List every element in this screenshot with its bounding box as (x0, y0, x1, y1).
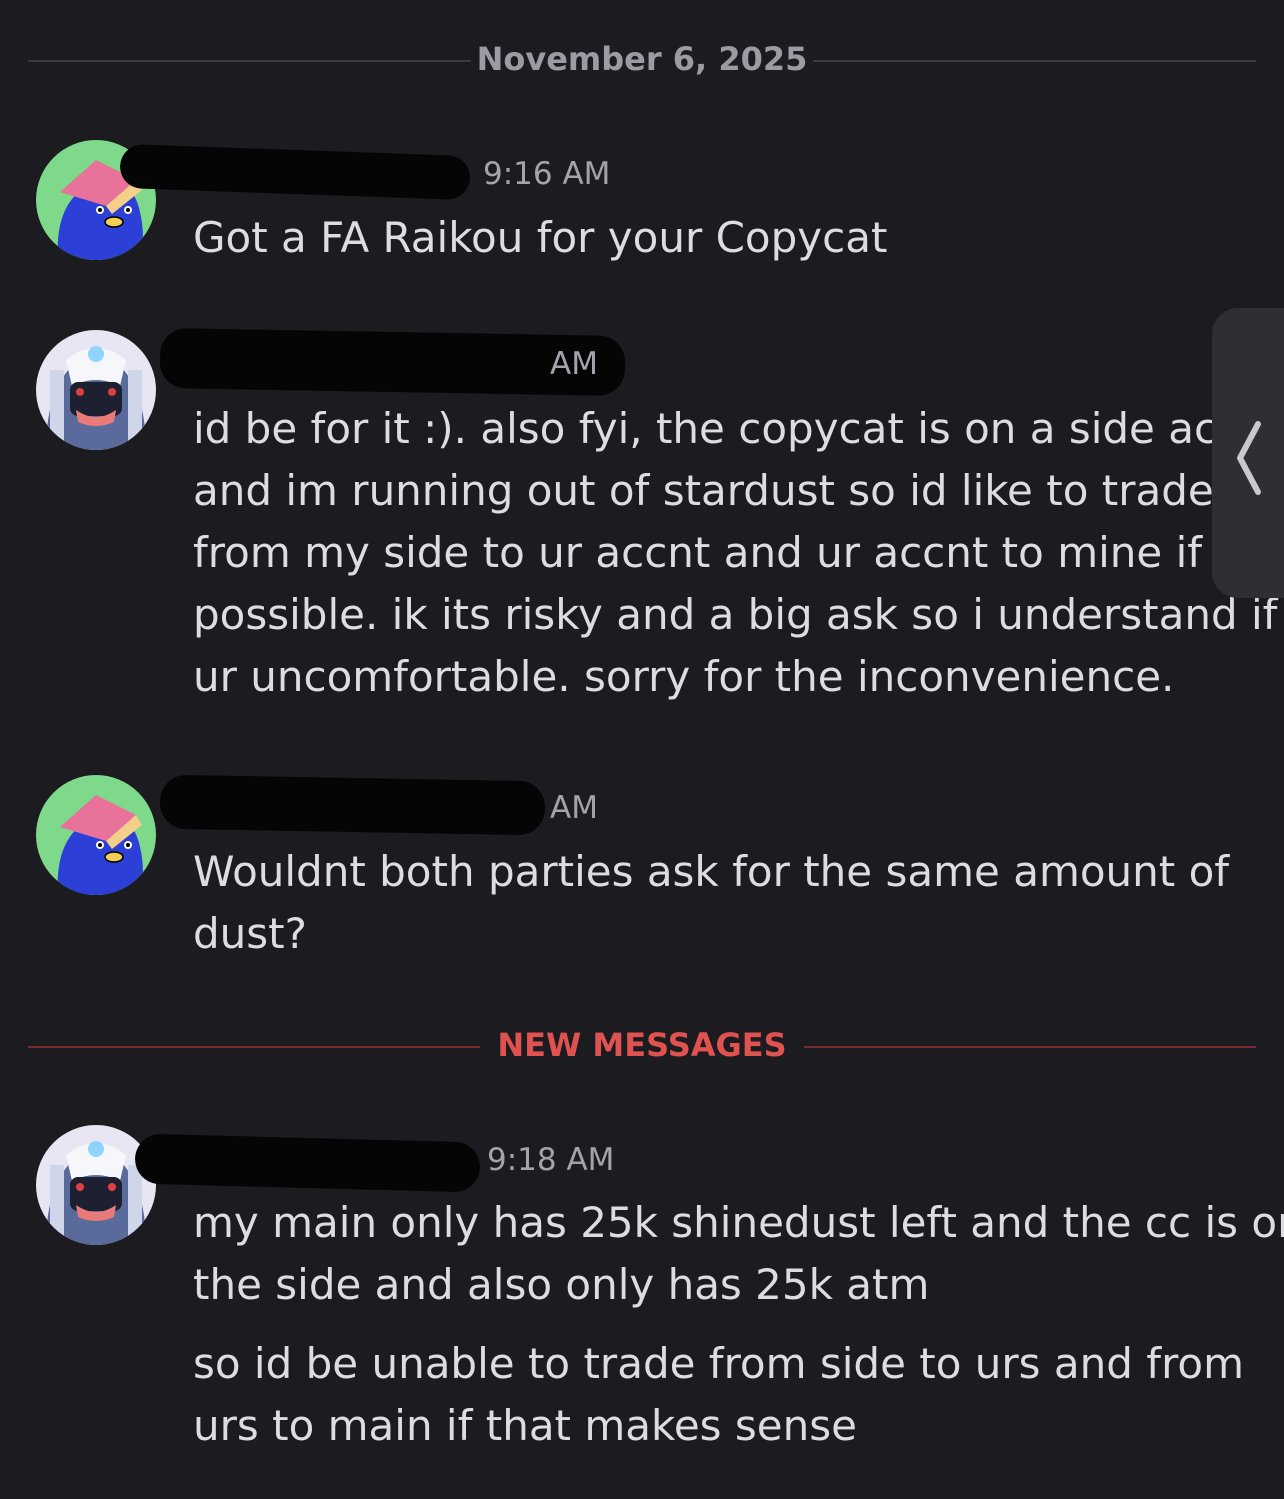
message-line: id be for it :). also fyi, the copycat i… (193, 404, 1284, 453)
dialga-avatar[interactable] (36, 1125, 156, 1245)
redacted-username (159, 774, 546, 836)
new-messages-label: NEW MESSAGES (497, 1026, 787, 1064)
message-line: Got a FA Raikou for your Copycat (193, 213, 888, 262)
message-line: ur uncomfortable. sorry for the inconven… (193, 652, 1175, 701)
new-messages-divider: NEW MESSAGES (28, 1026, 1256, 1064)
redacted-username (119, 143, 471, 201)
penguin-avatar[interactable] (36, 775, 156, 895)
message-line: possible. ik its risky and a big ask so … (193, 590, 1278, 639)
message-line: so id be unable to trade from side to ur… (193, 1339, 1245, 1388)
divider-line (804, 1046, 1256, 1048)
divider-line (813, 60, 1256, 62)
date-divider-label: November 6, 2025 (476, 40, 808, 78)
message-line: from my side to ur accnt and ur accnt to… (193, 528, 1203, 577)
message-timestamp: 9:16 AM (483, 156, 611, 192)
dialga-avatar[interactable] (36, 330, 156, 450)
date-divider: November 6, 2025 (28, 40, 1256, 78)
redacted-username (134, 1133, 481, 1193)
message-line: dust? (193, 909, 307, 958)
message-timestamp: 9:18 AM (487, 1142, 615, 1178)
message-text: id be for it :). also fyi, the copycat i… (193, 398, 1283, 708)
message-timestamp: AM (550, 790, 598, 826)
chevron-left-icon (1237, 421, 1261, 495)
message-line: my main only has 25k shinedust left and … (193, 1198, 1284, 1247)
message-text: so id be unable to trade from side to ur… (193, 1333, 1244, 1457)
message-text: Got a FA Raikou for your Copycat (193, 207, 887, 269)
message-text: my main only has 25k shinedust left and … (193, 1192, 1284, 1316)
message-line: and im running out of stardust so id lik… (193, 466, 1214, 515)
message-line: urs to main if that makes sense (193, 1401, 857, 1450)
side-panel-handle[interactable] (1212, 308, 1284, 598)
message-text: Wouldnt both parties ask for the same am… (193, 841, 1229, 965)
message-line: Wouldnt both parties ask for the same am… (193, 847, 1230, 896)
message-timestamp: AM (550, 346, 598, 382)
message-line: the side and also only has 25k atm (193, 1260, 930, 1309)
